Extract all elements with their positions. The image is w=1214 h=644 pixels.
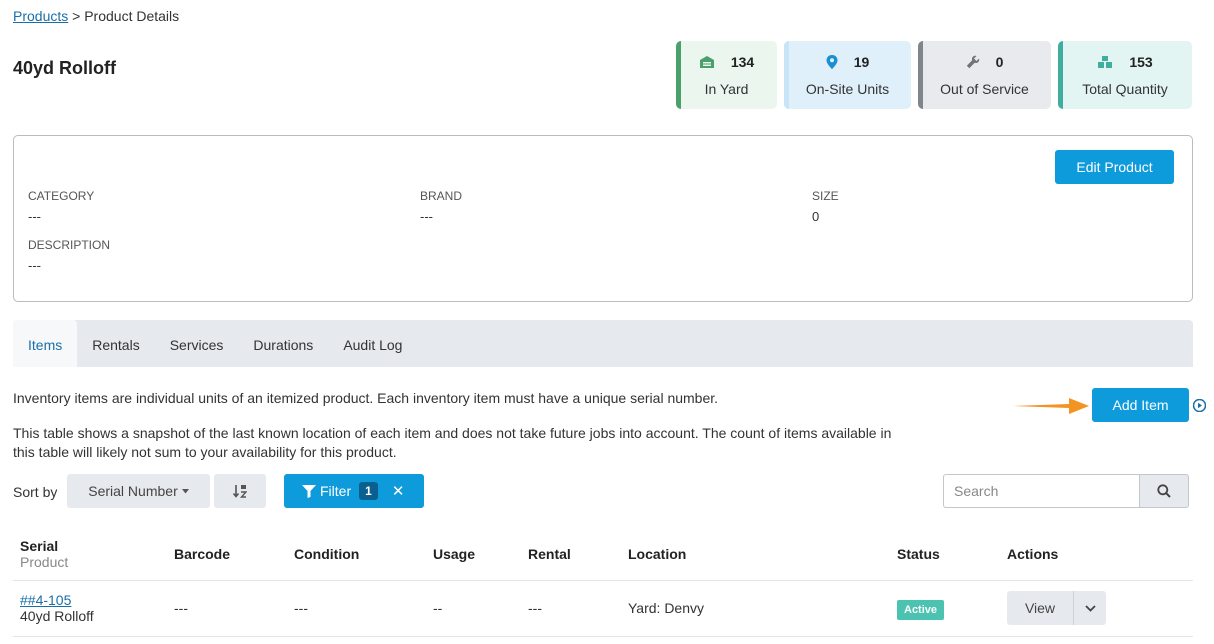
snapshot-info-text: This table shows a snapshot of the last … (13, 425, 892, 460)
table-header-row: Serial Product Barcode Condition Usage Re… (13, 528, 1193, 581)
field-brand-label: BRAND (420, 189, 463, 203)
col-location[interactable]: Location (621, 528, 890, 581)
filter-count-badge: 1 (359, 482, 378, 500)
cell-condition: --- (287, 580, 426, 637)
view-button[interactable]: View (1007, 591, 1074, 625)
cell-actions: View (1000, 580, 1193, 637)
cell-product: 40yd Rolloff (20, 608, 94, 624)
tab-rentals[interactable]: Rentals (77, 320, 154, 367)
table-row: ##4-105 40yd Rolloff --- --- -- --- Yard… (13, 580, 1193, 637)
add-item-button[interactable]: Add Item (1092, 388, 1189, 422)
field-category-label: CATEGORY (28, 189, 95, 203)
edit-product-button[interactable]: Edit Product (1055, 150, 1174, 184)
filter-button[interactable]: Filter 1 ✕ (284, 474, 424, 508)
col-barcode[interactable]: Barcode (167, 528, 287, 581)
search-input[interactable] (943, 474, 1139, 508)
cell-status: Active (890, 580, 1000, 637)
page-title: 40yd Rolloff (13, 58, 117, 78)
warehouse-icon (699, 56, 714, 68)
search-button[interactable] (1139, 474, 1189, 508)
stat-out-of-service: 0 Out of Service (918, 41, 1051, 109)
stat-in-yard-label: In Yard (704, 81, 749, 97)
stat-total-quantity-label: Total Quantity (1082, 81, 1168, 97)
breadcrumb: Products > Product Details (13, 8, 179, 24)
field-size: SIZE 0 (812, 189, 839, 224)
chevron-down-icon (1084, 604, 1096, 612)
wrench-icon (966, 55, 979, 69)
tab-durations[interactable]: Durations (238, 320, 328, 367)
field-brand-value: --- (420, 209, 433, 224)
filter-icon (302, 484, 316, 498)
col-actions: Actions (1000, 528, 1193, 581)
field-description-value: --- (28, 258, 41, 273)
tab-items[interactable]: Items (13, 320, 78, 367)
filter-label: Filter (320, 483, 352, 499)
col-rental[interactable]: Rental (521, 528, 621, 581)
breadcrumb-separator: > (68, 8, 85, 24)
field-size-value: 0 (812, 209, 820, 224)
search-icon (1157, 484, 1171, 498)
search-box (943, 474, 1189, 508)
boxes-icon (1098, 56, 1113, 68)
sort-field-select[interactable]: Serial Number (67, 474, 210, 508)
stats-cards: 134 In Yard 19 On-Site Units 0 Out of Se… (676, 41, 1192, 109)
stat-out-of-service-value: 0 (995, 54, 1004, 70)
map-pin-icon (826, 55, 838, 69)
stat-on-site-units-label: On-Site Units (805, 81, 890, 97)
caret-down-icon (181, 488, 189, 493)
sort-field-value: Serial Number (88, 483, 178, 499)
field-description-label: DESCRIPTION (28, 238, 111, 252)
tab-audit-log[interactable]: Audit Log (328, 320, 417, 367)
stat-total-quantity-value: 153 (1129, 54, 1153, 70)
product-details-panel: Edit Product CATEGORY --- BRAND --- SIZE… (13, 135, 1193, 302)
tab-bar: Items Rentals Services Durations Audit L… (13, 320, 1193, 367)
stat-on-site-units-value: 19 (853, 54, 870, 70)
play-circle-icon[interactable] (1193, 399, 1206, 412)
col-serial-sub: Product (20, 553, 69, 570)
stat-on-site-units: 19 On-Site Units (784, 41, 911, 109)
field-category: CATEGORY --- (28, 189, 94, 224)
cell-location: Yard: Denvy (621, 580, 890, 637)
arrow-pointer-icon (1013, 398, 1089, 414)
clear-filter-icon[interactable]: ✕ (392, 482, 405, 500)
tab-services[interactable]: Services (155, 320, 239, 367)
stat-in-yard-value: 134 (730, 54, 755, 70)
sort-by-label: Sort by (13, 484, 58, 500)
col-status[interactable]: Status (890, 528, 1000, 581)
field-size-label: SIZE (812, 189, 839, 203)
stat-in-yard: 134 In Yard (676, 41, 777, 109)
stat-out-of-service-label: Out of Service (940, 81, 1029, 97)
inventory-items-table: Serial Product Barcode Condition Usage Re… (13, 528, 1193, 637)
field-brand: BRAND --- (420, 189, 462, 224)
inventory-info-text: Inventory items are individual units of … (13, 390, 719, 406)
sort-direction-button[interactable] (214, 474, 266, 508)
col-serial[interactable]: Serial Product (13, 528, 167, 581)
col-serial-label: Serial (20, 537, 59, 554)
breadcrumb-current: Product Details (84, 8, 180, 24)
serial-link[interactable]: ##4-105 (20, 592, 71, 608)
cell-serial: ##4-105 40yd Rolloff (13, 580, 167, 637)
col-usage[interactable]: Usage (426, 528, 521, 581)
sort-descending-icon (233, 485, 247, 498)
field-category-value: --- (28, 209, 41, 224)
field-description: DESCRIPTION --- (28, 238, 110, 273)
cell-barcode: --- (167, 580, 287, 637)
stat-total-quantity: 153 Total Quantity (1058, 41, 1192, 109)
status-badge: Active (897, 600, 945, 620)
col-condition[interactable]: Condition (287, 528, 426, 581)
actions-dropdown-button[interactable] (1074, 591, 1106, 625)
cell-rental: --- (521, 580, 621, 637)
breadcrumb-products-link[interactable]: Products (13, 8, 68, 24)
cell-usage: -- (426, 580, 521, 637)
